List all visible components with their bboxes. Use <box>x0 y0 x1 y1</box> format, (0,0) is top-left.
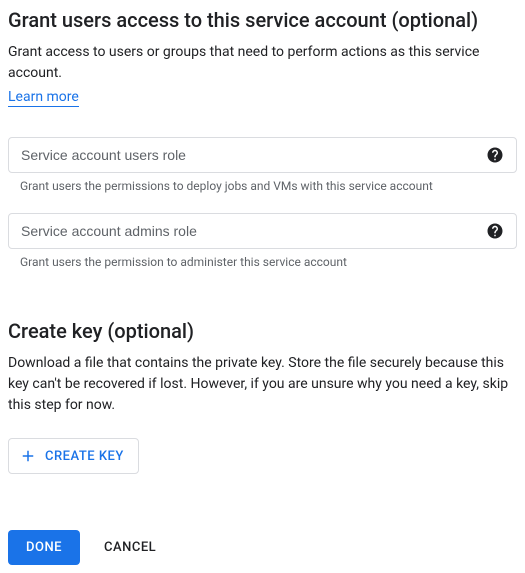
grant-access-description: Grant access to users or groups that nee… <box>8 42 517 84</box>
users-role-field-wrap[interactable] <box>8 137 517 173</box>
users-role-helper: Grant users the permissions to deploy jo… <box>8 179 517 193</box>
create-key-title: Create key (optional) <box>8 319 517 343</box>
help-icon[interactable] <box>486 146 504 164</box>
create-key-button-label: CREATE KEY <box>45 449 124 464</box>
help-icon[interactable] <box>486 222 504 240</box>
create-key-description: Download a file that contains the privat… <box>8 353 517 416</box>
done-button[interactable]: DONE <box>8 530 80 565</box>
grant-access-title: Grant users access to this service accou… <box>8 8 517 32</box>
learn-more-link[interactable]: Learn more <box>8 89 79 107</box>
admins-role-helper: Grant users the permission to administer… <box>8 255 517 269</box>
cancel-button[interactable]: CANCEL <box>104 540 156 555</box>
admins-role-field-wrap[interactable] <box>8 213 517 249</box>
users-role-input[interactable] <box>21 138 486 172</box>
create-key-button[interactable]: CREATE KEY <box>8 438 139 474</box>
admins-role-input[interactable] <box>21 214 486 248</box>
plus-icon <box>19 447 37 465</box>
